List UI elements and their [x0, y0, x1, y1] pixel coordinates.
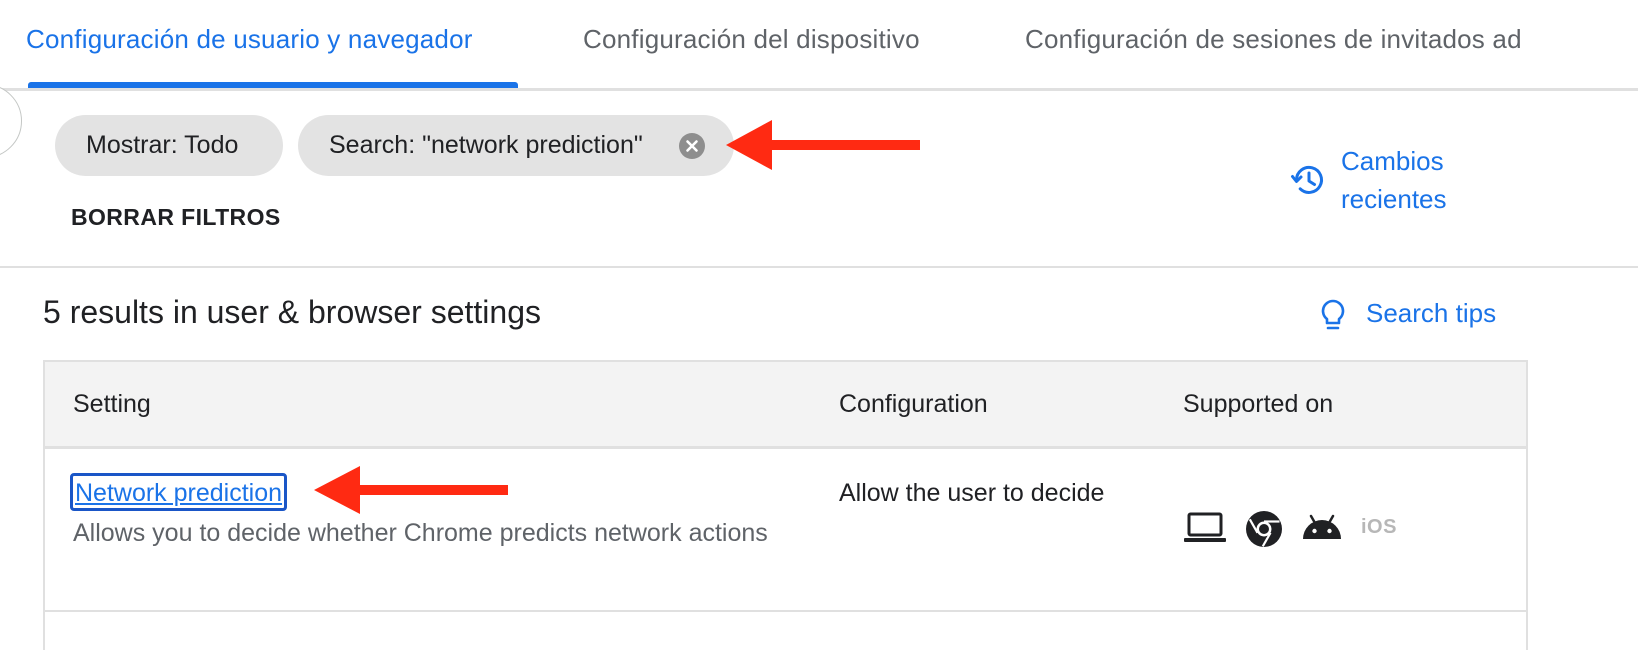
settings-tabs: Configuración de usuario y navegador Con… — [0, 0, 1638, 92]
tab-guest-session-settings[interactable]: Configuración de sesiones de invitados a… — [1025, 24, 1522, 55]
tab-device-settings[interactable]: Configuración del dispositivo — [583, 24, 920, 55]
setting-description: Allows you to decide whether Chrome pred… — [73, 519, 768, 547]
filter-chip-search[interactable]: Search: "network prediction" — [298, 115, 734, 176]
settings-table: Setting Configuration Supported on Netwo… — [43, 360, 1528, 650]
search-tips-label: Search tips — [1366, 298, 1497, 328]
page: Configuración de usuario y navegador Con… — [0, 0, 1638, 650]
section-divider — [0, 266, 1638, 268]
filter-chip-label: Mostrar: Todo — [86, 131, 239, 159]
annotation-arrow-search-chip — [726, 120, 920, 170]
filter-chip-show[interactable]: Mostrar: Todo — [55, 115, 283, 176]
recent-changes-link[interactable]: Cambios recientes — [1290, 142, 1490, 222]
configuration-value: Allow the user to decide — [839, 479, 1105, 507]
android-icon — [1301, 510, 1343, 551]
tabs-divider — [0, 88, 1638, 91]
recent-changes-label: Cambios recientes — [1341, 146, 1447, 214]
column-header-setting[interactable]: Setting — [73, 390, 151, 419]
laptop-icon — [1183, 510, 1227, 551]
clear-filters-button[interactable]: BORRAR FILTROS — [71, 204, 281, 231]
history-icon — [1290, 162, 1326, 203]
ios-label: iOS — [1361, 516, 1397, 538]
lightbulb-icon — [1318, 298, 1348, 337]
column-header-configuration[interactable]: Configuration — [839, 390, 988, 419]
setting-link-network-prediction[interactable]: Network prediction — [70, 473, 288, 511]
table-header: Setting Configuration Supported on — [45, 362, 1526, 449]
chrome-icon — [1245, 510, 1283, 553]
filter-chip-label: Search: "network prediction" — [329, 131, 643, 159]
side-panel-handle[interactable] — [0, 84, 22, 158]
remove-filter-icon[interactable] — [679, 133, 705, 159]
column-header-supported-on[interactable]: Supported on — [1183, 390, 1333, 419]
table-row[interactable]: Network prediction Allows you to decide … — [45, 452, 1526, 612]
tab-user-browser-settings[interactable]: Configuración de usuario y navegador — [26, 24, 473, 55]
results-title: 5 results in user & browser settings — [43, 294, 541, 330]
